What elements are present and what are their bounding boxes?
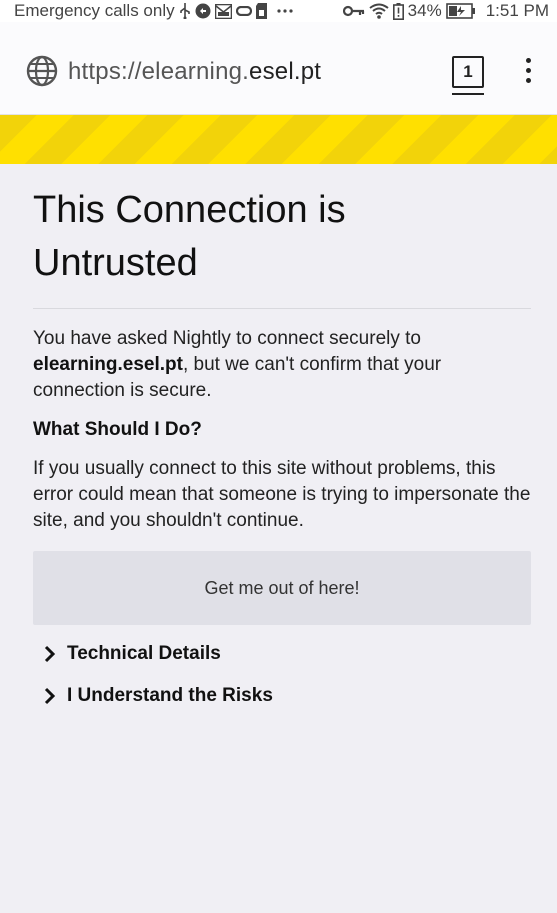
technical-details-expander[interactable]: Technical Details — [33, 633, 531, 675]
understand-risks-label: I Understand the Risks — [67, 685, 273, 706]
intro-host: elearning.esel.pt — [33, 354, 183, 375]
status-right: 34% 1:51 PM — [342, 0, 549, 22]
carrier-status-text: Emergency calls only — [14, 1, 175, 20]
sync-icon — [195, 3, 211, 19]
chevron-right-icon — [44, 645, 56, 663]
warning-stripe — [0, 115, 557, 164]
tabs-counter-button[interactable]: 1 — [452, 56, 484, 88]
gmail-icon — [214, 3, 232, 19]
intro-before: You have asked Nightly to connect secure… — [33, 328, 421, 349]
sdcard-icon — [255, 3, 267, 19]
what-should-i-do-text: If you usually connect to this site with… — [33, 458, 531, 531]
usb-icon — [179, 3, 191, 19]
key-icon — [342, 5, 365, 17]
more-dots-icon — [277, 9, 293, 13]
url-prefix: https://elearning. — [68, 58, 250, 85]
understand-risks-expander[interactable]: I Understand the Risks — [33, 675, 531, 717]
chevron-right-icon — [44, 687, 56, 705]
battery-charging-icon — [445, 3, 476, 19]
wifi-icon — [369, 3, 389, 19]
battery-percent: 34% — [407, 1, 442, 20]
page-title: This Connection is Untrusted — [33, 184, 531, 290]
url-field[interactable]: https://elearning.esel.pt — [68, 58, 321, 86]
technical-details-label: Technical Details — [67, 643, 221, 664]
battery-alert-icon — [392, 2, 404, 20]
title-divider — [33, 308, 531, 309]
tabs-counter-underline — [452, 93, 484, 95]
error-page-content: This Connection is Untrusted You have as… — [33, 164, 531, 717]
status-left: Emergency calls only — [14, 0, 293, 22]
what-should-i-do-heading: What Should I Do? — [33, 419, 202, 440]
link-icon — [235, 6, 252, 16]
tab-count: 1 — [463, 62, 473, 81]
page-title-line2: Untrusted — [33, 242, 198, 284]
clock: 1:51 PM — [485, 1, 549, 20]
get-me-out-button[interactable]: Get me out of here! — [33, 551, 531, 625]
globe-icon[interactable] — [26, 55, 58, 87]
status-bar: Emergency calls only 34% 1:51 PM — [0, 0, 557, 22]
url-bar: https://elearning.esel.pt 1 — [0, 22, 557, 115]
intro-paragraph: You have asked Nightly to connect secure… — [33, 326, 531, 404]
page-title-line1: This Connection is — [33, 189, 346, 231]
url-host: esel.pt — [249, 58, 322, 85]
overflow-menu-icon[interactable] — [520, 58, 536, 88]
